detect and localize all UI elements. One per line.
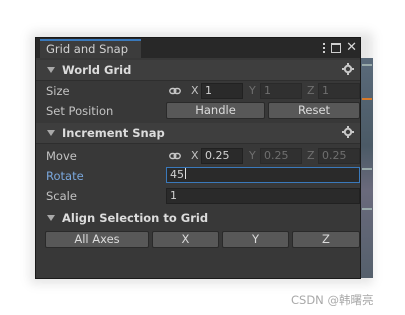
text-caret [185, 168, 186, 179]
move-x-label: X [191, 149, 199, 162]
foldout-arrow-icon[interactable] [47, 67, 55, 73]
move-z-field[interactable]: 0.25 [318, 148, 360, 164]
scene-detail [362, 208, 372, 210]
scene-detail [362, 98, 372, 100]
scene-view-edge [361, 58, 373, 278]
rotate-value: 45 [170, 168, 184, 181]
size-x-field[interactable]: 1 [201, 83, 243, 99]
align-y-button[interactable]: Y [222, 231, 289, 248]
rotate-label: Rotate [46, 169, 84, 183]
move-x-field[interactable]: 0.25 [201, 148, 243, 164]
more-options-icon[interactable] [323, 43, 326, 53]
move-y-label: Y [249, 149, 256, 162]
size-z-field[interactable]: 1 [318, 83, 360, 99]
section-title: Increment Snap [62, 126, 165, 140]
grid-and-snap-window: Grid and Snap ✕ World Grid Size X 1 Y 1 … [35, 37, 361, 279]
reset-button[interactable]: Reset [268, 102, 360, 119]
rotate-field[interactable]: 45 [166, 167, 360, 183]
handle-button[interactable]: Handle [166, 102, 265, 119]
scene-detail [362, 168, 372, 170]
size-y-field[interactable]: 1 [260, 83, 302, 99]
set-position-label: Set Position [46, 104, 114, 118]
move-y-field[interactable]: 0.25 [260, 148, 302, 164]
foldout-arrow-icon[interactable] [47, 130, 55, 136]
gear-icon[interactable] [342, 63, 354, 75]
gear-icon[interactable] [342, 126, 354, 138]
align-all-axes-button[interactable]: All Axes [45, 231, 149, 248]
tab-bar: Grid and Snap ✕ [36, 38, 360, 58]
link-icon[interactable] [169, 86, 181, 96]
size-y-label: Y [249, 84, 256, 97]
foldout-arrow-icon[interactable] [47, 215, 55, 221]
move-label: Move [46, 149, 77, 163]
window-controls: ✕ [323, 40, 357, 56]
maximize-icon[interactable] [331, 43, 342, 53]
section-increment-snap[interactable]: Increment Snap [36, 123, 360, 144]
watermark: CSDN @韩曙亮 [291, 293, 374, 307]
section-title: World Grid [62, 63, 132, 77]
section-align-selection[interactable]: Align Selection to Grid [36, 208, 360, 228]
scene-detail [362, 64, 372, 66]
move-z-label: Z [307, 149, 315, 162]
section-world-grid[interactable]: World Grid [36, 60, 360, 81]
link-icon[interactable] [169, 151, 181, 161]
scale-label: Scale [46, 189, 77, 203]
size-label: Size [46, 84, 70, 98]
tab-grid-and-snap[interactable]: Grid and Snap [40, 39, 141, 58]
size-z-label: Z [307, 84, 315, 97]
scale-field[interactable]: 1 [166, 188, 360, 204]
align-x-button[interactable]: X [152, 231, 219, 248]
align-z-button[interactable]: Z [292, 231, 360, 248]
size-x-label: X [191, 84, 199, 97]
close-icon[interactable]: ✕ [346, 41, 357, 54]
section-title: Align Selection to Grid [62, 211, 209, 225]
